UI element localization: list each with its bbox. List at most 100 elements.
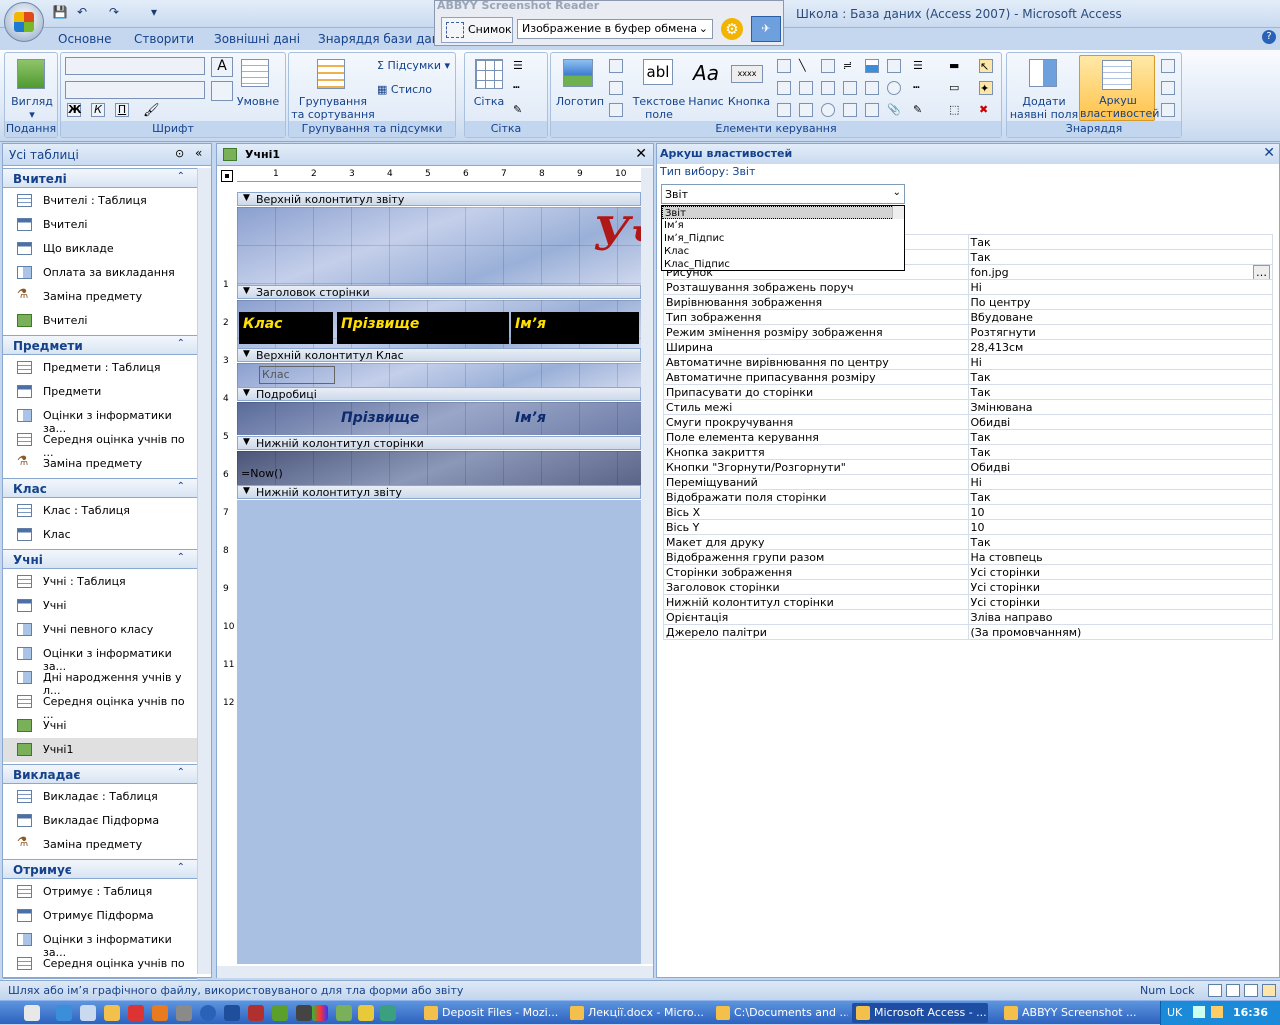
property-value[interactable]: Обидві <box>967 414 1273 430</box>
nav-item[interactable]: Вчителі : Таблиця <box>3 189 197 213</box>
nav-item[interactable]: Отримує Підформа <box>3 904 197 928</box>
page-number-icon[interactable] <box>609 81 623 95</box>
property-value[interactable]: Так <box>967 369 1273 385</box>
property-row[interactable]: Джерело палітри (За промовчанням) <box>663 624 1273 640</box>
document-tab[interactable]: Учні1 ✕ <box>217 144 653 166</box>
collapse-chevron-icon[interactable]: ⌃ <box>177 552 185 563</box>
combo-box-icon[interactable] <box>821 81 835 95</box>
format-painter-icon[interactable]: 🖌 <box>143 103 160 118</box>
list-box-icon[interactable] <box>799 81 813 95</box>
nav-item[interactable]: Вчителі <box>3 213 197 237</box>
dropdown-option[interactable]: Клас_Підпис <box>662 258 904 270</box>
capture-target-select[interactable]: Изображение в буфер обмена ⌄ <box>517 19 713 39</box>
select-icon[interactable]: ↖ <box>979 59 993 73</box>
section-detail[interactable]: ▼ Подробиці <box>237 387 641 401</box>
textbox-button[interactable]: Текстове поле <box>631 95 687 121</box>
collapse-chevron-icon[interactable]: ⌃ <box>177 171 185 182</box>
nav-item[interactable]: Клас <box>3 523 197 547</box>
nav-item[interactable]: Середня оцінка учнів по ... <box>3 690 197 721</box>
nav-item[interactable]: Оцінки з інформатики за... <box>3 928 197 959</box>
nav-item[interactable]: Оцінки з інформатики за... <box>3 404 197 435</box>
band-detail[interactable]: Прізвище Імʼя <box>237 402 641 435</box>
nav-item[interactable]: ⚗ Заміна предмету <box>3 452 197 476</box>
nav-group-header[interactable]: Викладає ⌃ <box>3 764 197 784</box>
property-row[interactable]: Переміщуваний Ні <box>663 474 1273 490</box>
font-color-icon[interactable]: A <box>211 57 233 77</box>
line-type-icon[interactable]: ┅ <box>513 81 527 95</box>
label-button[interactable]: Напис <box>687 95 725 108</box>
nav-item[interactable]: Отримує : Таблиця <box>3 880 197 904</box>
property-row[interactable]: Вісь X 10 <box>663 504 1273 520</box>
nav-item[interactable]: Викладає : Таблиця <box>3 785 197 809</box>
property-value[interactable]: На стовпець <box>967 549 1273 565</box>
undo-icon[interactable]: ↶ <box>74 4 90 20</box>
property-row[interactable]: Макет для друку Так <box>663 534 1273 550</box>
convert-macros-icon[interactable] <box>1161 103 1175 117</box>
property-value[interactable]: Ні <box>967 354 1273 370</box>
chart-icon[interactable] <box>865 59 879 73</box>
section-page-footer[interactable]: ▼ Нижній колонтитул сторінки <box>237 436 641 450</box>
pin-icon[interactable]: ✈ <box>751 16 781 42</box>
nav-item[interactable]: Оцінки з інформатики за... <box>3 642 197 673</box>
nav-item[interactable]: Дні народження учнів у л... <box>3 666 197 697</box>
close-icon[interactable]: ✕ <box>635 146 647 162</box>
nav-header[interactable]: Усі таблиці ⊙ « <box>3 144 211 166</box>
collapse-chevron-icon[interactable]: ⌃ <box>177 338 185 349</box>
nav-item[interactable]: ⚗ Заміна предмету <box>3 833 197 857</box>
help-icon[interactable]: ? <box>1262 30 1276 44</box>
download-icon[interactable] <box>200 1005 216 1021</box>
special-effect-icon[interactable]: ▬ <box>949 59 963 73</box>
firefox-icon[interactable] <box>152 1005 168 1021</box>
property-value[interactable]: По центру <box>967 294 1273 310</box>
tab-order-icon[interactable] <box>1161 59 1175 73</box>
section-report-header[interactable]: ▼ Верхній колонтитул звіту <box>237 192 641 206</box>
nav-item[interactable]: ⚗ Заміна предмету <box>3 285 197 309</box>
design-view-icon[interactable] <box>1262 984 1276 997</box>
folder-icon[interactable] <box>104 1005 120 1021</box>
nav-menu-chevron-icon[interactable]: ⊙ <box>175 147 184 160</box>
nav-item[interactable]: Середня оцінка учнів по ... <box>3 428 197 459</box>
line-thickness-icon[interactable]: ☰ <box>913 59 927 73</box>
property-row[interactable]: Розташування зображень поруч Ні <box>663 279 1273 295</box>
taskbar-button[interactable]: Deposit Files - Mozi... <box>420 1003 560 1023</box>
image-icon[interactable] <box>799 103 813 117</box>
taskbar-button[interactable]: ABBYY Screenshot ... <box>1000 1003 1136 1023</box>
nav-item[interactable]: Клас : Таблиця <box>3 499 197 523</box>
property-value[interactable]: Усі сторінки <box>967 564 1273 580</box>
property-row[interactable]: Відображення групи разом На стовпець <box>663 549 1273 565</box>
property-row[interactable]: Кнопка закриття Так <box>663 444 1273 460</box>
detail-field-surname[interactable]: Прізвище <box>341 410 419 426</box>
property-value[interactable]: Усі сторінки <box>967 594 1273 610</box>
property-value[interactable]: Ні <box>967 474 1273 490</box>
property-value[interactable]: Так <box>967 249 1273 265</box>
nav-item[interactable]: Предмети <box>3 380 197 404</box>
close-icon[interactable]: ✕ <box>1263 145 1275 161</box>
object-selector-combo[interactable]: Звіт ⌄ <box>661 184 905 204</box>
start-icon[interactable] <box>24 1005 40 1021</box>
taskbar-button[interactable]: C:\Documents and ... <box>712 1003 848 1023</box>
network-icon[interactable] <box>1193 1006 1205 1018</box>
property-row[interactable]: Вирівнювання зображення По центру <box>663 294 1273 310</box>
property-value[interactable]: Так <box>967 384 1273 400</box>
property-row[interactable]: Автоматичне припасування розміру Так <box>663 369 1273 385</box>
office-button[interactable] <box>4 2 44 42</box>
totals-button[interactable]: Σ Підсумки ▾ <box>377 59 455 72</box>
fill-color-icon[interactable] <box>211 81 233 101</box>
property-row[interactable]: Заголовок сторінки Усі сторінки <box>663 579 1273 595</box>
taskbar-button[interactable]: Microsoft Access - ... <box>852 1003 988 1023</box>
dropdown-scrollbar[interactable] <box>892 206 904 219</box>
save-icon[interactable]: 💾 <box>52 4 68 20</box>
add-existing-fields-button[interactable]: Додати наявні поля <box>1009 95 1079 121</box>
band-group-header[interactable]: Клас <box>237 363 641 387</box>
property-value[interactable]: 10 <box>967 504 1273 520</box>
print-preview-icon[interactable] <box>1226 984 1240 997</box>
nav-item[interactable]: Учні <box>3 594 197 618</box>
group-field-class[interactable]: Клас <box>259 366 335 384</box>
property-row[interactable]: Поле елемента керування Так <box>663 429 1273 445</box>
section-page-header[interactable]: ▼ Заголовок сторінки <box>237 285 641 299</box>
bound-frame-icon[interactable] <box>865 81 879 95</box>
attachment-frame-icon[interactable] <box>887 59 901 73</box>
report-view-icon[interactable] <box>1208 984 1222 997</box>
line-icon[interactable]: ╲ <box>799 59 813 73</box>
paperclip-icon[interactable]: 📎 <box>887 103 901 117</box>
